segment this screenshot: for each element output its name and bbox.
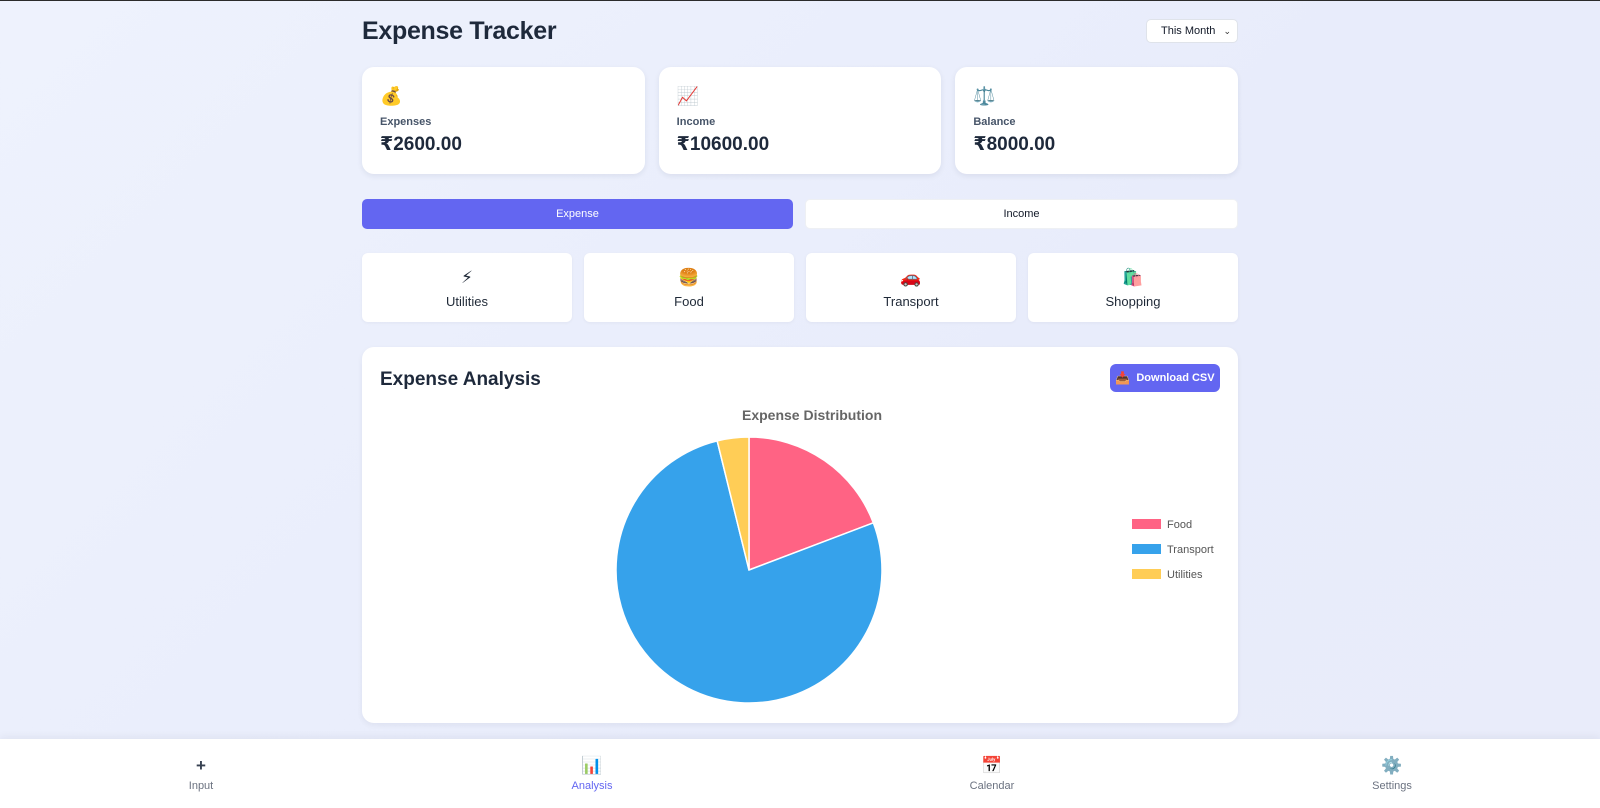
car-icon: 🚗: [900, 267, 922, 287]
legend-item-food[interactable]: Food: [1132, 519, 1192, 531]
summary-card-expenses: 💰 Expenses ₹2600.00: [362, 67, 645, 174]
calendar-icon: 📅: [981, 756, 1003, 775]
nav-label: Settings: [1372, 780, 1412, 792]
summary-card-income: 📈 Income ₹10600.00: [658, 67, 942, 174]
summary-value: ₹10600.00: [676, 134, 770, 155]
category-label: Shopping: [1105, 293, 1161, 309]
summary-value: ₹2600.00: [380, 134, 462, 155]
nav-label: Calendar: [969, 780, 1015, 792]
nav-item-calendar[interactable]: 📅 Calendar: [942, 755, 1042, 792]
plus-icon: +: [196, 756, 206, 775]
summary-cards: 💰 Expenses ₹2600.00 📈 Income ₹10600.00 ⚖…: [362, 67, 1239, 174]
period-select[interactable]: This Month ⌄: [1146, 19, 1238, 43]
summary-label: Balance: [973, 116, 1016, 128]
category-label: Food: [674, 293, 704, 309]
nav-item-input[interactable]: + Input: [151, 755, 251, 792]
bar-chart-icon: 📊: [581, 756, 603, 775]
summary-card-balance: ⚖️ Balance ₹8000.00: [955, 67, 1239, 174]
category-shopping[interactable]: 🛍️ Shopping: [1028, 253, 1238, 322]
money-bag-icon: 💰: [380, 86, 403, 106]
category-label: Transport: [883, 293, 939, 309]
expense-distribution-chart: Expense Distribution Food Transport Utiliti…: [615, 407, 1214, 704]
chart-title: Expense Distribution: [742, 407, 882, 423]
category-food[interactable]: 🍔 Food: [584, 253, 794, 322]
balance-scale-icon: ⚖️: [973, 86, 996, 106]
expense-toggle-button[interactable]: Expense: [362, 199, 793, 229]
legend-swatch: [1132, 544, 1161, 554]
shopping-bags-icon: 🛍️: [1122, 267, 1144, 287]
category-transport[interactable]: 🚗 Transport: [806, 253, 1016, 322]
bottom-nav: + Input 📊 Analysis 📅 Calendar ⚙️ Setting…: [0, 739, 1600, 808]
lightning-icon: ⚡: [461, 267, 473, 287]
chevron-down-icon: ⌄: [1223, 25, 1231, 36]
expense-analysis-panel: Expense Analysis 📥 Download CSV Expense …: [362, 347, 1238, 723]
legend-label: Transport: [1167, 544, 1214, 556]
legend-item-transport[interactable]: Transport: [1132, 544, 1214, 556]
summary-label: Income: [676, 116, 716, 128]
legend-label: Utilities: [1167, 569, 1203, 581]
type-toggle: Expense Income: [362, 199, 1238, 229]
nav-item-analysis[interactable]: 📊 Analysis: [542, 755, 642, 792]
legend-swatch: [1132, 519, 1161, 529]
chart-increasing-icon: 📈: [676, 86, 700, 106]
category-grid: ⚡ Utilities 🍔 Food 🚗 Transport 🛍️ Shoppi…: [362, 253, 1238, 322]
legend-label: Food: [1167, 519, 1192, 531]
summary-value: ₹8000.00: [973, 134, 1056, 155]
nav-item-settings[interactable]: ⚙️ Settings: [1342, 755, 1442, 792]
income-toggle-button[interactable]: Income: [805, 199, 1238, 229]
page-title: Expense Tracker: [362, 16, 557, 45]
category-label: Utilities: [446, 293, 488, 309]
category-utilities[interactable]: ⚡ Utilities: [362, 253, 572, 322]
legend-item-utilities[interactable]: Utilities: [1132, 569, 1203, 581]
summary-label: Expenses: [380, 116, 432, 128]
nav-label: Analysis: [571, 780, 613, 792]
nav-label: Input: [188, 780, 214, 792]
legend-swatch: [1132, 569, 1161, 579]
gear-icon: ⚙️: [1381, 756, 1403, 775]
period-select-value: This Month: [1161, 25, 1216, 37]
burger-icon: 🍔: [678, 267, 700, 287]
header: Expense Tracker This Month ⌄: [362, 15, 1238, 47]
